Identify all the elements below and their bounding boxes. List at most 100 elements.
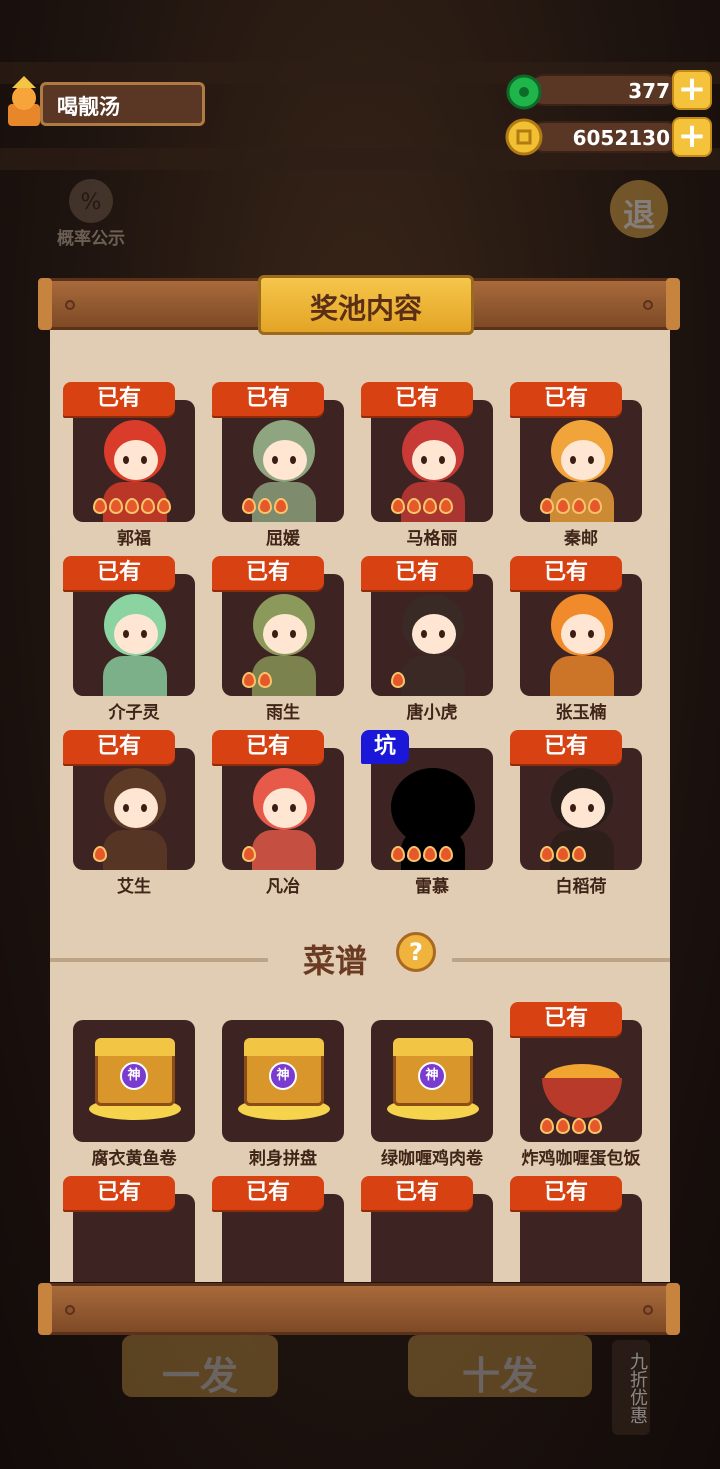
flame-icon — [391, 672, 405, 688]
character-card[interactable]: 已有 马格丽 — [361, 382, 493, 549]
character-eye — [272, 456, 278, 464]
player-name-box: 喝靓汤 — [40, 82, 205, 126]
discount-tag: 九折优惠 — [612, 1340, 650, 1435]
chef-avatar-icon — [8, 76, 40, 126]
recipe-card[interactable]: 已有 — [510, 1176, 642, 1282]
character-name: 雨生 — [266, 703, 300, 723]
character-card[interactable]: 已有 张玉楠 — [510, 556, 642, 723]
coin-bar: 6052130 — [528, 121, 682, 153]
character-card[interactable]: 已有 凡冶 — [212, 730, 344, 897]
character-eye — [421, 456, 427, 464]
character-eye — [588, 804, 594, 812]
recipe-card[interactable]: 神腐衣黄鱼卷 — [63, 1002, 195, 1169]
recipe-card[interactable]: 已有 — [361, 1176, 493, 1282]
character-eye — [570, 804, 576, 812]
jade-currency: 377 + — [504, 70, 712, 110]
character-card[interactable]: 已有 艾生 — [63, 730, 195, 897]
flame-icon — [407, 498, 421, 514]
recipe-card[interactable]: 神绿咖喱鸡肉卷 — [361, 1002, 493, 1169]
flame-icon — [588, 1118, 602, 1134]
flame-icon — [556, 846, 570, 862]
jade-icon — [506, 74, 542, 110]
star-rating — [391, 846, 455, 866]
ten-draw-label: 十发 — [461, 1354, 538, 1398]
character-card[interactable]: 已有 唐小虎 — [361, 556, 493, 723]
character-card[interactable]: 已有雨生 — [212, 556, 344, 723]
flame-icon — [572, 498, 586, 514]
recipe-card[interactable]: 已有 炸鸡咖喱蛋包饭 — [510, 1002, 642, 1169]
character-eye — [123, 630, 129, 638]
flame-icon — [439, 846, 453, 862]
chest-lid — [95, 1038, 175, 1056]
recipe-image: 神 — [222, 1020, 344, 1142]
character-card[interactable]: 已有介子灵 — [63, 556, 195, 723]
owned-badge: 已有 — [63, 1176, 175, 1210]
character-name: 介子灵 — [108, 703, 160, 723]
flame-icon — [540, 1118, 554, 1134]
dialog-title-text: 奖池内容 — [309, 292, 422, 325]
recipe-card[interactable]: 已有 — [212, 1176, 344, 1282]
character-portrait — [520, 400, 642, 522]
flame-icon — [258, 498, 272, 514]
star-rating — [93, 846, 109, 866]
recipe-name: 刺身拼盘 — [249, 1149, 317, 1169]
character-face — [263, 440, 307, 480]
character-portrait — [73, 574, 195, 696]
flame-icon — [556, 1118, 570, 1134]
character-body — [103, 656, 167, 696]
svg-text:%: % — [81, 190, 102, 215]
flame-icon — [125, 498, 139, 514]
dialog-title: 奖池内容 — [258, 275, 474, 335]
flame-icon — [588, 498, 602, 514]
recipe-name: 腐衣黄鱼卷 — [91, 1149, 177, 1169]
probability-button[interactable]: % 概率公示 — [46, 176, 136, 249]
player-panel[interactable]: 喝靓汤 — [2, 72, 207, 130]
chest-lid — [393, 1038, 473, 1056]
owned-badge: 已有 — [361, 1176, 473, 1210]
recipe-card[interactable]: 神刺身拼盘 — [212, 1002, 344, 1169]
character-body — [252, 830, 316, 870]
ten-draw-button[interactable]: 十发 — [408, 1335, 592, 1398]
exit-button[interactable]: 退 — [604, 178, 674, 240]
character-eye — [272, 804, 278, 812]
character-eye — [141, 804, 147, 812]
add-coin-button[interactable]: + — [672, 117, 712, 157]
character-card[interactable]: 已有 白稻荷 — [510, 730, 642, 897]
character-eye — [141, 630, 147, 638]
flame-icon — [391, 846, 405, 862]
character-eye — [570, 630, 576, 638]
owned-badge: 已有 — [212, 556, 324, 590]
recipe-card[interactable]: 已有 — [63, 1176, 195, 1282]
star-rating — [540, 498, 604, 518]
reward-pool-panel[interactable]: 已有 郭福 已有 屈媛 已有 马格丽 已有 秦邮 已有 介子灵 已有 雨生 已有 唐小虎 已有 张玉楠 已有 艾生… — [50, 322, 670, 1282]
character-eye — [421, 630, 427, 638]
character-face — [561, 614, 605, 654]
star-rating — [391, 498, 455, 518]
character-portrait — [73, 400, 195, 522]
character-card[interactable]: 已有 郭福 — [63, 382, 195, 549]
pit-badge: 坑 — [361, 730, 409, 764]
help-icon[interactable]: ? — [396, 932, 436, 972]
flame-icon — [242, 846, 256, 862]
owned-badge: 已有 — [63, 382, 175, 416]
character-card[interactable]: 坑雷慕 — [361, 730, 493, 897]
bottom-scroll-rod — [38, 1283, 680, 1335]
flame-icon — [93, 498, 107, 514]
character-card[interactable]: 已有 屈媛 — [212, 382, 344, 549]
add-jade-button[interactable]: + — [672, 70, 712, 110]
owned-badge: 已有 — [63, 556, 175, 590]
character-name: 唐小虎 — [406, 703, 458, 723]
character-card[interactable]: 已有 秦邮 — [510, 382, 642, 549]
player-name: 喝靓汤 — [57, 95, 120, 119]
jade-bar: 377 — [528, 74, 682, 106]
recipe-image: 神 — [371, 1020, 493, 1142]
flame-icon — [423, 846, 437, 862]
single-draw-button[interactable]: 一发 — [122, 1335, 278, 1398]
character-portrait — [371, 574, 493, 696]
character-name: 秦邮 — [564, 529, 598, 549]
star-rating — [93, 498, 173, 518]
owned-badge: 已有 — [63, 730, 175, 764]
character-eye — [272, 630, 278, 638]
character-portrait — [371, 400, 493, 522]
character-eye — [290, 630, 296, 638]
